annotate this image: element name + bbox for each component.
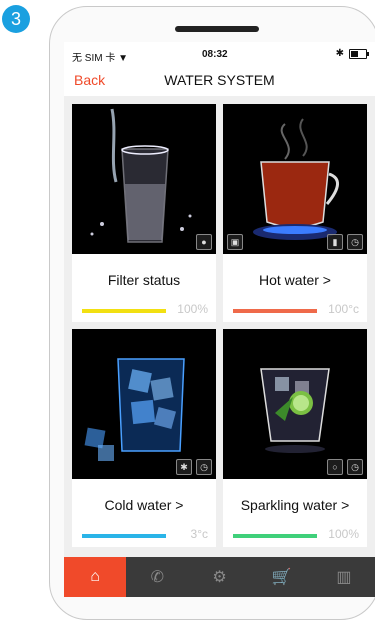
snowflake-icon: ✱ xyxy=(176,459,192,475)
card-value: 100% xyxy=(328,527,359,541)
carrier-wifi: 无 SIM 卡 ▼ xyxy=(72,49,128,64)
progress-bar xyxy=(233,534,317,538)
tab-cart[interactable]: 🛒 xyxy=(251,557,313,597)
bottom-tab-bar: ⌂ ✆ ⚙ 🛒 ▥ xyxy=(64,557,375,597)
chart-icon: ▥ xyxy=(336,569,352,586)
ice-glass-image: ✱ ◷ xyxy=(72,329,216,479)
alarm-clock-icon: ◷ xyxy=(196,459,212,475)
glass-splash-illustration xyxy=(72,104,216,254)
card-label: Filter status xyxy=(107,272,181,288)
ice-cubes-illustration xyxy=(72,329,216,479)
lime-glass-illustration xyxy=(223,329,367,479)
sparkling-glass-image: ○ ◷ xyxy=(223,329,367,479)
nav-bar: Back WATER SYSTEM xyxy=(64,66,375,96)
cart-icon: 🛒 xyxy=(271,569,292,586)
wifi-icon: ▼ xyxy=(118,53,129,64)
status-bar: 无 SIM 卡 ▼ 08:32 ✱ xyxy=(64,42,375,66)
filter-status-card[interactable]: ● Filter status 100% xyxy=(72,104,216,322)
card-value: 3°c xyxy=(190,527,208,541)
drop-icon: ● xyxy=(196,234,212,250)
cold-water-card[interactable]: ✱ ◷ Cold water > 3°c xyxy=(72,329,216,547)
home-icon: ⌂ xyxy=(90,568,100,585)
alarm-clock-icon: ◷ xyxy=(347,459,363,475)
card-label: Sparkling water > xyxy=(240,497,350,513)
tab-phone[interactable]: ✆ xyxy=(126,557,188,597)
tab-settings[interactable]: ⚙ xyxy=(188,557,250,597)
bluetooth-icon: ✱ xyxy=(335,48,344,59)
carrier-text: 无 SIM 卡 xyxy=(72,53,116,64)
settings-icon: ⚙ xyxy=(212,569,227,586)
progress-bar xyxy=(233,309,317,313)
step-badge: 3 xyxy=(2,5,30,33)
hot-water-card[interactable]: ▣ ▮ ◷ Hot water > 100°c xyxy=(223,104,367,322)
alarm-clock-icon: ◷ xyxy=(347,234,363,250)
tea-cup-illustration xyxy=(223,104,367,254)
filter-glass-image: ● xyxy=(72,104,216,254)
lock-icon: ▣ xyxy=(227,234,243,250)
tab-statistics[interactable]: ▥ xyxy=(313,557,375,597)
card-value: 100% xyxy=(177,302,208,316)
sparkling-water-card[interactable]: ○ ◷ Sparkling water > 100% xyxy=(223,329,367,547)
card-value: 100°c xyxy=(328,302,359,316)
phone-icon: ✆ xyxy=(150,569,164,586)
app-screen: 无 SIM 卡 ▼ 08:32 ✱ Back WATER SYSTEM ● Fi xyxy=(64,42,375,597)
co2-icon: ○ xyxy=(327,459,343,475)
progress-bar xyxy=(82,309,166,313)
battery-icon xyxy=(349,48,369,59)
phone-speaker xyxy=(175,26,259,32)
status-time: 08:32 xyxy=(202,49,228,60)
progress-bar xyxy=(82,534,166,538)
hot-tea-image: ▣ ▮ ◷ xyxy=(223,104,367,254)
page-title: WATER SYSTEM xyxy=(164,72,275,88)
thermometer-icon: ▮ xyxy=(327,234,343,250)
card-label: Hot water > xyxy=(259,272,331,288)
card-label: Cold water > xyxy=(104,497,184,513)
tab-home[interactable]: ⌂ xyxy=(64,557,127,597)
status-icons: ✱ xyxy=(335,48,369,59)
